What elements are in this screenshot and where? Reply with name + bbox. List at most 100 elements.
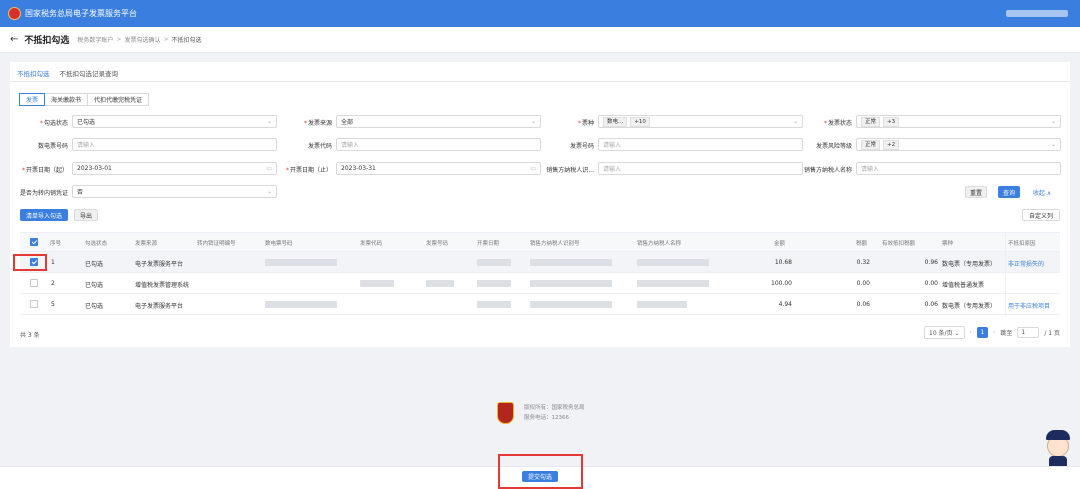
import-checklist-button[interactable]: 清单导入勾选 xyxy=(20,209,68,221)
cell-source: 增值税发票管理系统 xyxy=(135,282,190,289)
query-button[interactable]: 查询 xyxy=(998,186,1020,198)
breadcrumb-item: 不抵扣勾选 xyxy=(171,37,202,44)
cell-source: 电子发票服务平台 xyxy=(135,261,184,268)
calendar-icon: ▭ xyxy=(266,165,272,172)
xfsbh-label: 销售方纳税人识... xyxy=(546,167,594,174)
subtab-withholding[interactable]: 代扣代缴完税凭证 xyxy=(87,93,150,106)
gxzt-label: *勾选状态 xyxy=(39,120,68,127)
tag-chip: 正常 xyxy=(861,116,881,127)
fxdj-select[interactable]: 正常 +2 ⌄ xyxy=(856,138,1061,151)
xfmc-input[interactable]: 请输入 xyxy=(856,162,1061,175)
subtab-customs[interactable]: 海关缴款书 xyxy=(44,93,89,106)
col-header: 转内销证明编号 xyxy=(197,241,236,247)
cell-reason[interactable]: 非正常损失的 xyxy=(1008,259,1044,268)
fphm-input[interactable]: 请输入 xyxy=(598,138,803,151)
blurred-cell xyxy=(265,259,337,266)
cell-status: 已勾选 xyxy=(85,303,104,310)
kprq-end-label: *开票日期（止） xyxy=(285,167,332,174)
footer-copyright: 版权所有：国家税务总局 xyxy=(524,405,585,411)
arrow-left-icon[interactable]: ← xyxy=(10,34,18,45)
fpdm-label: 发票代码 xyxy=(307,143,332,150)
kprq-start-datepicker[interactable]: 2023-03-01 ▭ xyxy=(72,162,277,175)
cell-source: 电子发票服务平台 xyxy=(135,303,184,310)
blurred-cell xyxy=(360,280,394,287)
col-header: 销售方纳税人名称 xyxy=(637,241,682,247)
cell-reason[interactable]: 用于非应税项目 xyxy=(1008,301,1050,310)
cell-valid-tax: 0.96 xyxy=(924,259,938,266)
breadcrumb-separator: > xyxy=(116,36,122,43)
highlight-box xyxy=(13,254,47,271)
table-row[interactable]: 1 已勾选 电子发票服务平台 10.68 0.32 0.96 数电票（专用发票）… xyxy=(20,252,1060,273)
table-row[interactable]: 5 已勾选 电子发票服务平台 4.94 0.06 0.06 数电票（专用发票） … xyxy=(20,294,1060,315)
user-name-blurred[interactable] xyxy=(1006,10,1068,17)
blurred-cell xyxy=(637,280,709,287)
col-header: 序号 xyxy=(50,241,62,247)
cell-no: 2 xyxy=(51,280,55,287)
export-button[interactable]: 导出 xyxy=(74,209,98,221)
sfzz-select[interactable]: 否 ⌄ xyxy=(72,185,277,198)
row-checkbox[interactable] xyxy=(30,300,38,308)
breadcrumb-item[interactable]: 发票勾选确认 xyxy=(124,35,160,44)
cell-type: 数电票（专用发票） xyxy=(942,261,997,268)
col-header: 不抵扣原因 xyxy=(1008,241,1036,247)
next-page-icon[interactable]: › xyxy=(993,329,995,336)
col-header: 开票日期 xyxy=(477,241,500,247)
col-header: 发票号码 xyxy=(426,241,449,247)
fxdj-label: 发票风险等级 xyxy=(815,143,852,150)
subtab-invoice[interactable]: 发票 xyxy=(19,93,46,106)
goto-page-input[interactable]: 1 xyxy=(1017,327,1040,338)
row-checkbox[interactable] xyxy=(30,279,38,287)
reset-button[interactable]: 重置 xyxy=(965,186,987,198)
blurred-cell xyxy=(477,301,511,308)
gxzt-select[interactable]: 已勾选 ⌄ xyxy=(72,115,277,128)
select-all-checkbox[interactable] xyxy=(30,238,38,246)
cell-no: 5 xyxy=(51,301,55,308)
pagination: 10 条/页 ⌄ ‹ 1 › 跳至 1 / 1 页 xyxy=(924,326,1060,339)
main-panel: 不抵扣勾选 不抵扣勾选记录查询 发票 海关缴款书 代扣代缴完税凭证 *勾选状态 … xyxy=(10,62,1070,347)
blurred-cell xyxy=(477,280,511,287)
cell-valid-tax: 0.06 xyxy=(924,301,938,308)
table-header: 序号 勾选状态 发票来源 转内销证明编号 数电票号码 发票代码 发票号码 开票日… xyxy=(20,232,1060,252)
tab-divider xyxy=(10,81,1070,82)
col-header: 税额 xyxy=(856,241,868,247)
fpzt-select[interactable]: 正常 +3 ⌄ xyxy=(856,115,1061,128)
cell-no: 1 xyxy=(51,259,55,266)
cell-amount: 10.68 xyxy=(774,259,792,266)
tax-logo-icon xyxy=(8,7,21,20)
kprq-end-datepicker[interactable]: 2023-03-31 ▭ xyxy=(336,162,541,175)
chevron-down-icon: ⌄ xyxy=(266,118,272,125)
tab-bar: 不抵扣勾选 不抵扣勾选记录查询 xyxy=(17,68,118,82)
breadcrumb-item[interactable]: 税务数字账户 xyxy=(77,35,113,44)
xfmc-label: 销售方纳税人名称 xyxy=(803,167,852,174)
fixed-column-divider xyxy=(1005,232,1006,316)
cell-tax: 0.32 xyxy=(856,259,870,266)
custom-columns-button[interactable]: 自定义列 xyxy=(1022,209,1060,221)
fphm-label: 发票号码 xyxy=(569,143,594,150)
sfzz-label: 是否为转内销凭证 xyxy=(19,190,68,197)
page-size-select[interactable]: 10 条/页 ⌄ xyxy=(924,326,965,339)
tab-buchikou-gouxuan[interactable]: 不抵扣勾选 xyxy=(17,68,50,82)
xfsbh-input[interactable]: 请输入 xyxy=(598,162,803,175)
sdph-input[interactable]: 请输入 xyxy=(72,138,277,151)
cell-amount: 4.94 xyxy=(778,301,792,308)
cell-amount: 100.00 xyxy=(771,280,792,287)
tag-chip: +3 xyxy=(883,116,900,127)
table-row[interactable]: 2 已勾选 增值税发票管理系统 100.00 0.00 0.00 增值税普通发票 xyxy=(20,273,1060,294)
col-header: 勾选状态 xyxy=(85,241,108,247)
collapse-button[interactable]: 收起 ∧ xyxy=(1028,186,1056,198)
subtab-group: 发票 海关缴款书 代扣代缴完税凭证 xyxy=(19,93,150,106)
blurred-cell xyxy=(426,280,454,287)
fpdm-input[interactable]: 请输入 xyxy=(336,138,541,151)
chevron-down-icon: ⌄ xyxy=(530,118,536,125)
tax-emblem-icon xyxy=(497,402,514,424)
prev-page-icon[interactable]: ‹ xyxy=(970,329,972,336)
tag-chip: 数电... xyxy=(603,116,628,127)
chevron-down-icon: ⌄ xyxy=(1050,118,1056,125)
pz-select[interactable]: 数电... +10 ⌄ xyxy=(598,115,803,128)
page-number-button[interactable]: 1 xyxy=(976,327,988,338)
fply-select[interactable]: 全部 ⌄ xyxy=(336,115,541,128)
tab-gouxuan-record[interactable]: 不抵扣勾选记录查询 xyxy=(60,68,119,82)
col-header: 有效抵扣税额 xyxy=(882,241,916,247)
cell-status: 已勾选 xyxy=(85,282,104,289)
blurred-cell xyxy=(477,259,511,266)
